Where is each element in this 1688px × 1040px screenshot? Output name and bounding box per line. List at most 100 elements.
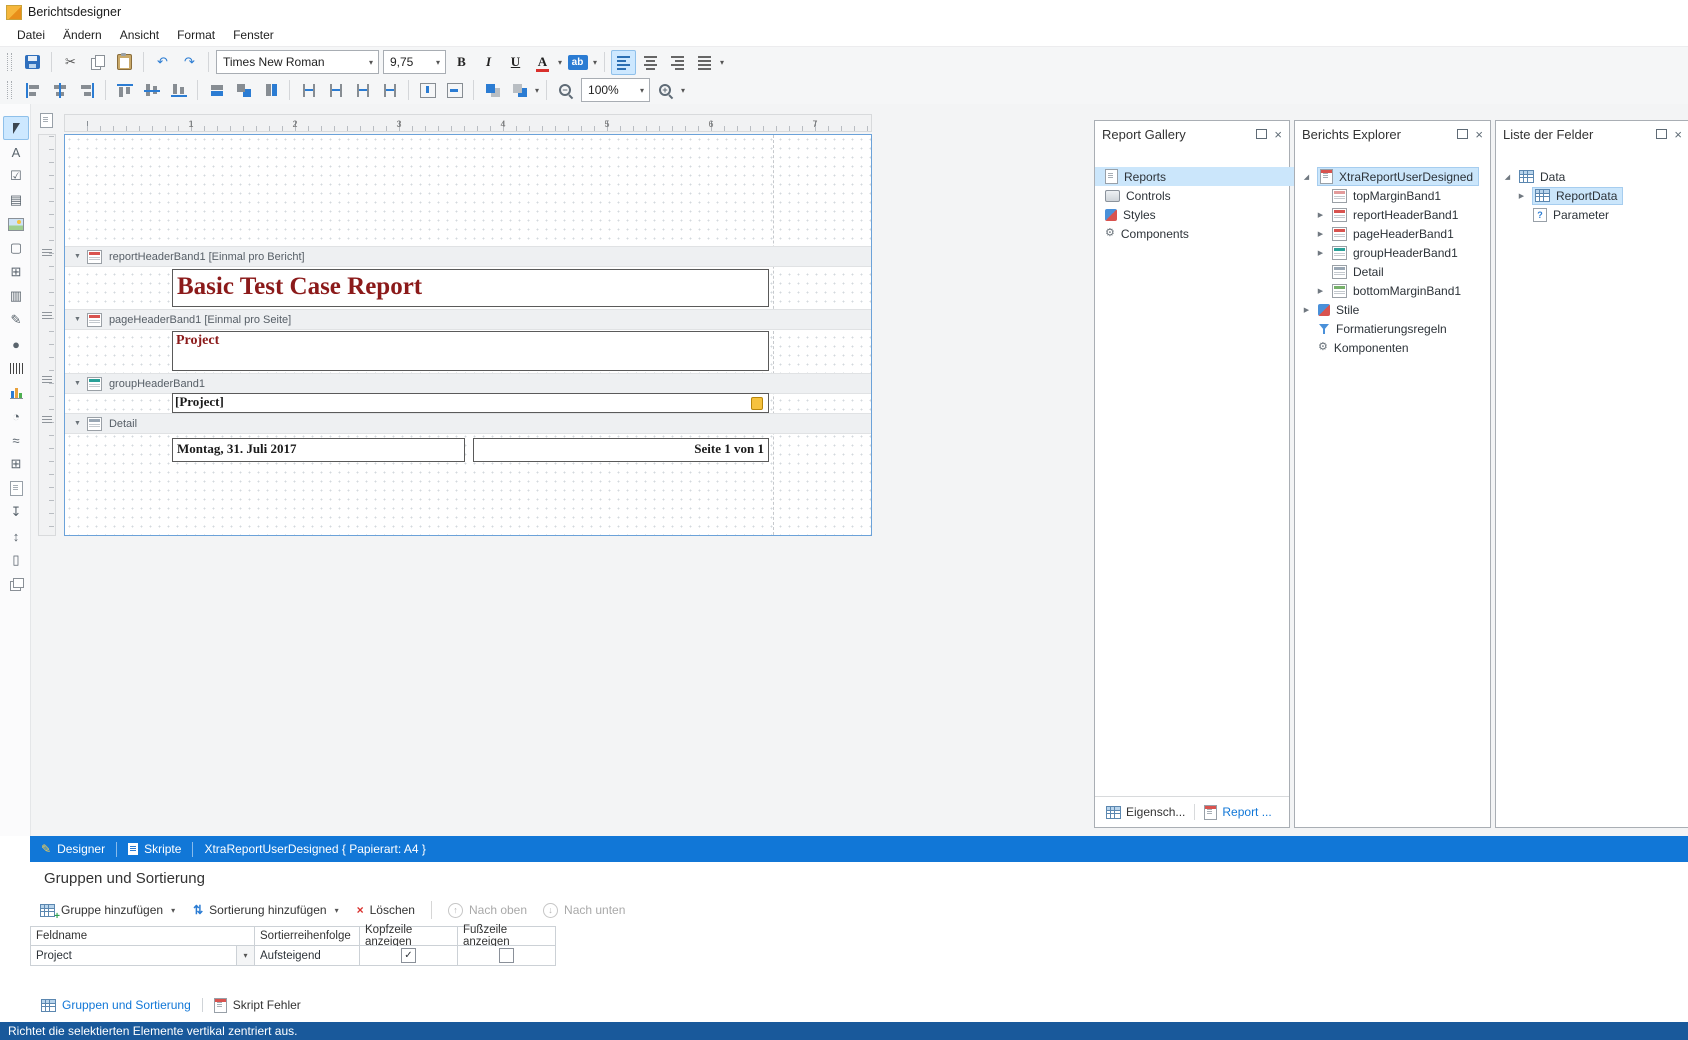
align-caret[interactable]: ▾: [718, 58, 726, 67]
band-header-detail[interactable]: ▼ Detail: [65, 413, 871, 434]
save-button[interactable]: [20, 50, 45, 75]
tree-node-report[interactable]: ◢XtraReportUserDesigned: [1295, 167, 1496, 186]
tree-node-parameter[interactable]: ?Parameter: [1496, 205, 1688, 224]
font-color-button[interactable]: A: [530, 50, 555, 75]
highlight-caret[interactable]: ▾: [591, 58, 599, 67]
increase-horizontal-spacing-button[interactable]: [323, 78, 348, 103]
align-right-button[interactable]: [665, 50, 690, 75]
same-height-button[interactable]: [258, 78, 283, 103]
chevron-down-icon[interactable]: ▾: [236, 946, 254, 965]
move-up-button[interactable]: ↑Nach oben: [448, 903, 527, 918]
toolbox-label-tool[interactable]: A: [3, 140, 29, 164]
toolbox-richtext-tool[interactable]: ▤: [3, 188, 29, 212]
menu-fenster[interactable]: Fenster: [224, 26, 283, 44]
toolbox-pageinfo-tool[interactable]: [3, 476, 29, 500]
tree-node-bottommargin[interactable]: ▶bottomMarginBand1: [1295, 281, 1510, 300]
report-explorer-tab[interactable]: Report ...: [1199, 802, 1276, 823]
report-page[interactable]: ▼ reportHeaderBand1 [Einmal pro Bericht]…: [64, 134, 872, 536]
column-header-sortierreihenfolge[interactable]: Sortierreihenfolge: [255, 926, 360, 946]
expand-closed-icon[interactable]: ▶: [1516, 192, 1527, 200]
move-down-button[interactable]: ↓Nach unten: [543, 903, 625, 918]
toolbox-line-tool[interactable]: ✎: [3, 308, 29, 332]
gallery-item-components[interactable]: ⚙Components: [1095, 224, 1299, 243]
gallery-item-styles[interactable]: Styles: [1095, 205, 1299, 224]
align-left-button[interactable]: [611, 50, 636, 75]
align-horizontal-centers-button[interactable]: [47, 78, 72, 103]
kopfzeile-checkbox[interactable]: ✓: [401, 948, 416, 963]
cut-button[interactable]: ✂: [58, 50, 83, 75]
decrease-horizontal-spacing-button[interactable]: [350, 78, 375, 103]
menu-format[interactable]: Format: [168, 26, 224, 44]
toolbox-table-tool[interactable]: ⊞: [3, 260, 29, 284]
expand-closed-icon[interactable]: ▶: [1315, 211, 1326, 219]
toolbox-crossband-line-tool[interactable]: ↕: [3, 524, 29, 548]
send-to-back-button[interactable]: [507, 78, 532, 103]
band-resize-handle[interactable]: [42, 416, 52, 424]
font-name-select[interactable]: Times New Roman▾: [216, 50, 379, 74]
float-window-icon[interactable]: [1457, 129, 1468, 139]
same-size-button[interactable]: [231, 78, 256, 103]
toolbar-grip[interactable]: [7, 81, 12, 99]
same-width-button[interactable]: [204, 78, 229, 103]
band-resize-handle[interactable]: [42, 249, 52, 257]
tree-node-reportheader[interactable]: ▶reportHeaderBand1: [1295, 205, 1510, 224]
add-group-button[interactable]: +Gruppe hinzufügen▾: [40, 903, 177, 917]
toolbox-subreport-tool[interactable]: [3, 572, 29, 596]
feldname-cell[interactable]: Project▾: [30, 946, 255, 966]
sortierreihenfolge-cell[interactable]: Aufsteigend: [255, 946, 360, 966]
expand-open-icon[interactable]: ◢: [1502, 173, 1513, 181]
undo-button[interactable]: ↶: [150, 50, 175, 75]
tree-node-pageheader[interactable]: ▶pageHeaderBand1: [1295, 224, 1510, 243]
expand-closed-icon[interactable]: ▶: [1315, 230, 1326, 238]
toolbox-checkbox-tool[interactable]: ☑: [3, 164, 29, 188]
expand-closed-icon[interactable]: ▶: [1301, 306, 1312, 314]
equal-horizontal-spacing-button[interactable]: [296, 78, 321, 103]
fusszeile-checkbox[interactable]: [499, 948, 514, 963]
redo-button[interactable]: ↷: [177, 50, 202, 75]
toolbox-pointer-tool[interactable]: [3, 116, 29, 140]
collapse-band-icon[interactable]: ▼: [74, 316, 81, 323]
toolbox-crossband-box-tool[interactable]: ▯: [3, 548, 29, 572]
menu-aendern[interactable]: Ändern: [54, 26, 111, 44]
center-horizontally-button[interactable]: [415, 78, 440, 103]
toolbox-charactercomb-tool[interactable]: ▥: [3, 284, 29, 308]
band-resize-handle[interactable]: [42, 376, 52, 384]
label-control-page-number[interactable]: Seite 1 von 1: [473, 438, 769, 462]
highlight-button[interactable]: ab: [565, 50, 590, 75]
zoom-caret[interactable]: ▾: [679, 86, 687, 95]
tab-skript-fehler[interactable]: Skript Fehler: [203, 994, 312, 1016]
align-right-edges-button[interactable]: [74, 78, 99, 103]
tree-node-detail[interactable]: Detail: [1295, 262, 1527, 281]
toolbox-pagebreak-tool[interactable]: ↧: [3, 500, 29, 524]
align-tops-button[interactable]: [112, 78, 137, 103]
remove-horizontal-spacing-button[interactable]: [377, 78, 402, 103]
toolbox-barcode-tool[interactable]: [3, 356, 29, 380]
collapse-band-icon[interactable]: ▼: [74, 380, 81, 387]
float-window-icon[interactable]: [1656, 129, 1667, 139]
close-icon[interactable]: ×: [1674, 128, 1682, 141]
align-bottoms-button[interactable]: [166, 78, 191, 103]
order-caret[interactable]: ▾: [533, 86, 541, 95]
expand-closed-icon[interactable]: ▶: [1315, 249, 1326, 257]
font-color-caret[interactable]: ▾: [556, 58, 564, 67]
expand-open-icon[interactable]: ◢: [1301, 173, 1312, 181]
toolbox-sparkline-tool[interactable]: ≈: [3, 428, 29, 452]
tree-node-reportdata[interactable]: ▶ReportData: [1496, 186, 1688, 205]
align-center-button[interactable]: [638, 50, 663, 75]
expand-closed-icon[interactable]: ▶: [1315, 287, 1326, 295]
label-control-project-field[interactable]: [Project]: [172, 393, 769, 413]
toolbox-panel-tool[interactable]: ▢: [3, 236, 29, 260]
zoom-select[interactable]: 100%▾: [581, 78, 650, 102]
gallery-item-reports[interactable]: Reports: [1095, 167, 1299, 186]
collapse-band-icon[interactable]: ▼: [74, 420, 81, 427]
tree-node-formatierungsregeln[interactable]: Formatierungsregeln: [1295, 319, 1513, 338]
toolbar-grip[interactable]: [7, 53, 12, 71]
tree-node-komponenten[interactable]: ⚙Komponenten: [1295, 338, 1513, 357]
eigenschaften-tab[interactable]: Eigensch...: [1101, 802, 1190, 822]
align-left-edges-button[interactable]: [20, 78, 45, 103]
delete-button[interactable]: ×Löschen: [357, 903, 415, 917]
font-size-select[interactable]: 9,75▾: [383, 50, 446, 74]
close-icon[interactable]: ×: [1475, 128, 1483, 141]
center-vertically-button[interactable]: [442, 78, 467, 103]
menu-datei[interactable]: Datei: [8, 26, 54, 44]
